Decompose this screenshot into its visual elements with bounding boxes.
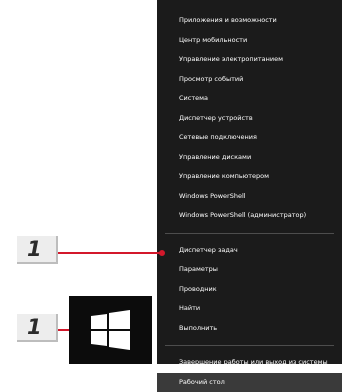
menu-item-event-viewer[interactable]: Просмотр событий xyxy=(157,70,342,90)
windows-logo-icon xyxy=(69,296,152,364)
menu-item-system[interactable]: Система xyxy=(157,89,342,109)
menu-item-settings[interactable]: Параметры xyxy=(157,260,342,280)
winx-context-menu: Приложения и возможности Центр мобильнос… xyxy=(157,0,342,364)
menu-item-task-manager[interactable]: Диспетчер задач xyxy=(157,241,342,261)
menu-item-powershell-admin[interactable]: Windows PowerShell (администратор) xyxy=(157,206,342,226)
menu-item-apps-features[interactable]: Приложения и возможности xyxy=(157,11,342,31)
start-button[interactable] xyxy=(69,296,152,364)
menu-item-explorer[interactable]: Проводник xyxy=(157,280,342,300)
menu-item-power-options[interactable]: Управление электропитанием xyxy=(157,50,342,70)
menu-item-mobility-center[interactable]: Центр мобильности xyxy=(157,31,342,51)
menu-item-desktop[interactable]: Рабочий стол xyxy=(157,373,342,392)
menu-item-computer-management[interactable]: Управление компьютером xyxy=(157,167,342,187)
menu-item-network-connections[interactable]: Сетевые подключения xyxy=(157,128,342,148)
callout-badge-2: 1 xyxy=(17,314,58,342)
menu-item-search[interactable]: Найти xyxy=(157,299,342,319)
callout-line xyxy=(58,252,162,254)
menu-separator xyxy=(165,233,334,234)
menu-item-device-manager[interactable]: Диспетчер устройств xyxy=(157,109,342,129)
callout-number: 1 xyxy=(27,314,42,340)
menu-item-run[interactable]: Выполнить xyxy=(157,319,342,339)
callout-badge-1: 1 xyxy=(17,236,58,264)
callout-dot xyxy=(159,250,165,256)
callout-number: 1 xyxy=(27,236,42,262)
menu-item-disk-management[interactable]: Управление дисками xyxy=(157,148,342,168)
menu-item-powershell[interactable]: Windows PowerShell xyxy=(157,187,342,207)
menu-item-shutdown-signout[interactable]: Завершение работы или выход из системы xyxy=(157,353,342,373)
menu-separator xyxy=(165,345,334,346)
